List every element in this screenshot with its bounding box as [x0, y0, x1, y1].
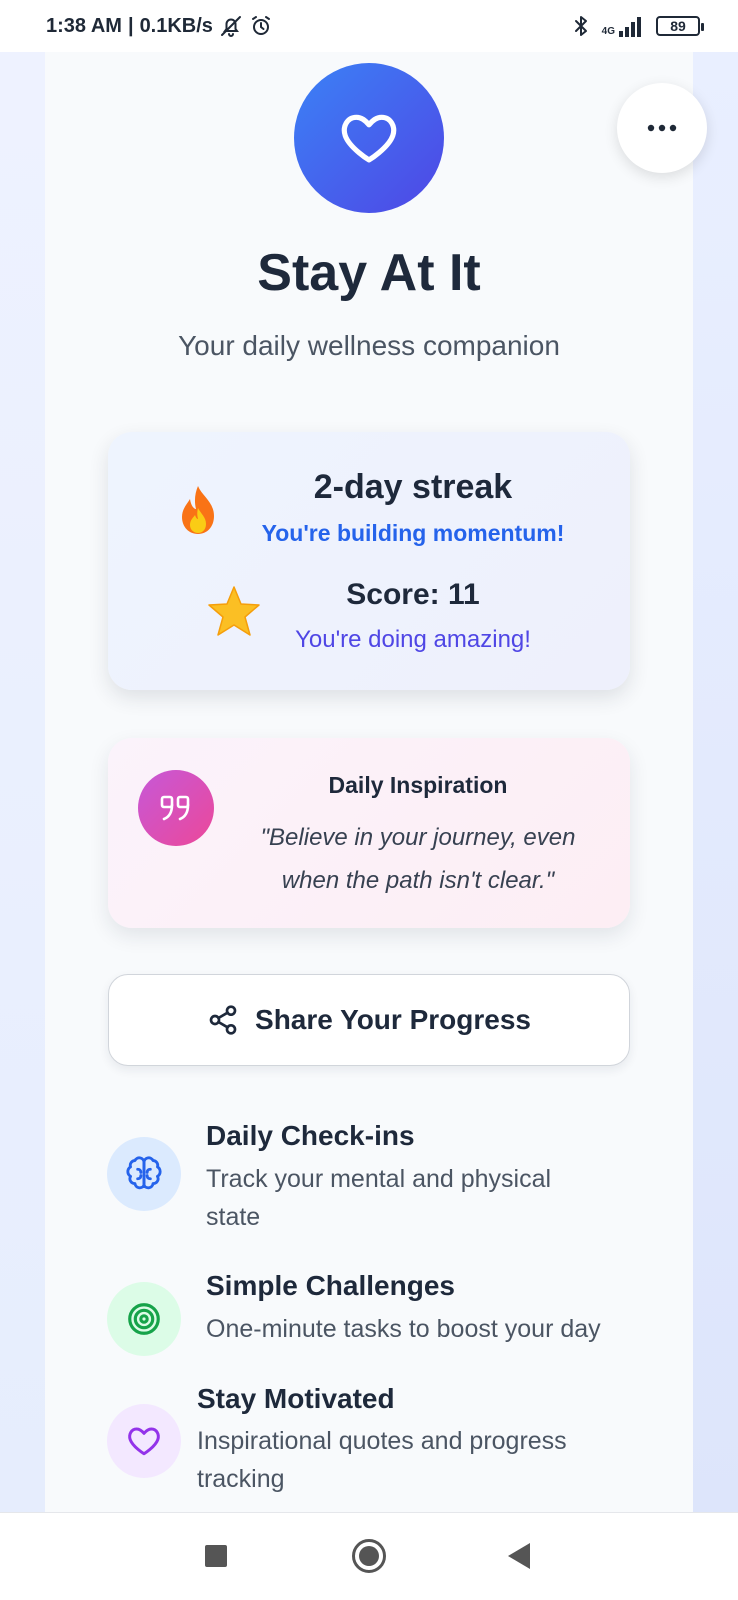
feature-challenges-title: Simple Challenges — [206, 1270, 455, 1301]
inspiration-title: Daily Inspiration — [328, 772, 508, 798]
feature-desc-line: Inspirational quotes and progress — [197, 1427, 567, 1455]
background-right — [693, 52, 738, 1512]
feature-checkins-desc: Track your mental and physical state — [206, 1160, 626, 1236]
share-button-label: Share Your Progress — [255, 1004, 531, 1035]
battery-icon: 89 — [656, 16, 704, 36]
recent-apps-button[interactable] — [205, 1545, 227, 1567]
feature-desc-line: state — [206, 1203, 261, 1231]
quote-icon — [160, 795, 190, 821]
brain-icon — [126, 1156, 162, 1190]
home-button[interactable] — [352, 1539, 386, 1573]
network-type: 4G — [601, 26, 615, 37]
status-bar: 1:38 AM | 0.1KB/s 4G 89 — [0, 0, 738, 52]
app-logo — [294, 63, 444, 213]
feature-motivated-title: Stay Motivated — [197, 1383, 395, 1414]
more-options-button[interactable] — [617, 83, 707, 173]
bluetooth-icon — [574, 16, 587, 36]
inspiration-card: Daily Inspiration "Believe in your journ… — [108, 738, 630, 928]
quote-badge — [138, 770, 214, 846]
system-nav-bar — [0, 1512, 738, 1600]
screen: 1:38 AM | 0.1KB/s 4G 89 Stay At It Your … — [0, 0, 738, 1600]
feature-motivated-desc: Inspirational quotes and progress tracki… — [197, 1422, 627, 1498]
bell-off-icon — [220, 16, 241, 37]
heart-icon — [341, 114, 397, 163]
quote-line: "Believe in your journey, even — [260, 824, 576, 851]
feature-motivated-icon-badge — [107, 1404, 181, 1478]
feature-challenges-icon-badge — [107, 1282, 181, 1356]
feature-desc-line: tracking — [197, 1465, 285, 1493]
score-message: You're doing amazing! — [295, 626, 531, 653]
feature-challenges-desc: One-minute tasks to boost your day — [206, 1310, 636, 1348]
signal-group: 4G — [602, 15, 644, 37]
streak-card: 2-day streak You're building momentum! S… — [108, 432, 630, 690]
feature-desc-line: Track your mental and physical — [206, 1165, 552, 1193]
signal-icon — [619, 17, 641, 37]
background-left — [0, 52, 45, 1512]
feature-desc-line: One-minute tasks to boost your day — [206, 1315, 601, 1343]
status-left: 1:38 AM | 0.1KB/s — [46, 14, 273, 38]
app-subtitle: Your daily wellness companion — [178, 330, 560, 361]
app-title: Stay At It — [257, 244, 481, 302]
back-button[interactable] — [508, 1543, 530, 1569]
fire-icon — [182, 486, 214, 534]
quote-line: when the path isn't clear." — [281, 867, 555, 894]
status-speed: 0.1KB/s — [139, 14, 213, 37]
home-dot-icon — [359, 1546, 379, 1566]
inspiration-quote: "Believe in your journey, even when the … — [238, 816, 598, 902]
heart-icon — [128, 1427, 160, 1456]
more-dots-icon — [647, 124, 677, 132]
share-progress-button[interactable]: Share Your Progress — [108, 974, 630, 1066]
streak-title: 2-day streak — [313, 468, 513, 506]
status-time: 1:38 AM — [46, 14, 122, 37]
alarm-icon — [251, 16, 270, 35]
battery-level: 89 — [670, 18, 686, 34]
status-divider: | — [127, 14, 134, 37]
target-icon — [128, 1303, 160, 1335]
share-icon — [209, 1005, 237, 1035]
streak-message: You're building momentum! — [261, 520, 565, 546]
feature-checkins-icon-badge — [107, 1137, 181, 1211]
feature-checkins-title: Daily Check-ins — [206, 1120, 415, 1151]
score-title: Score: 11 — [346, 578, 480, 611]
status-right: 4G 89 — [572, 14, 704, 38]
